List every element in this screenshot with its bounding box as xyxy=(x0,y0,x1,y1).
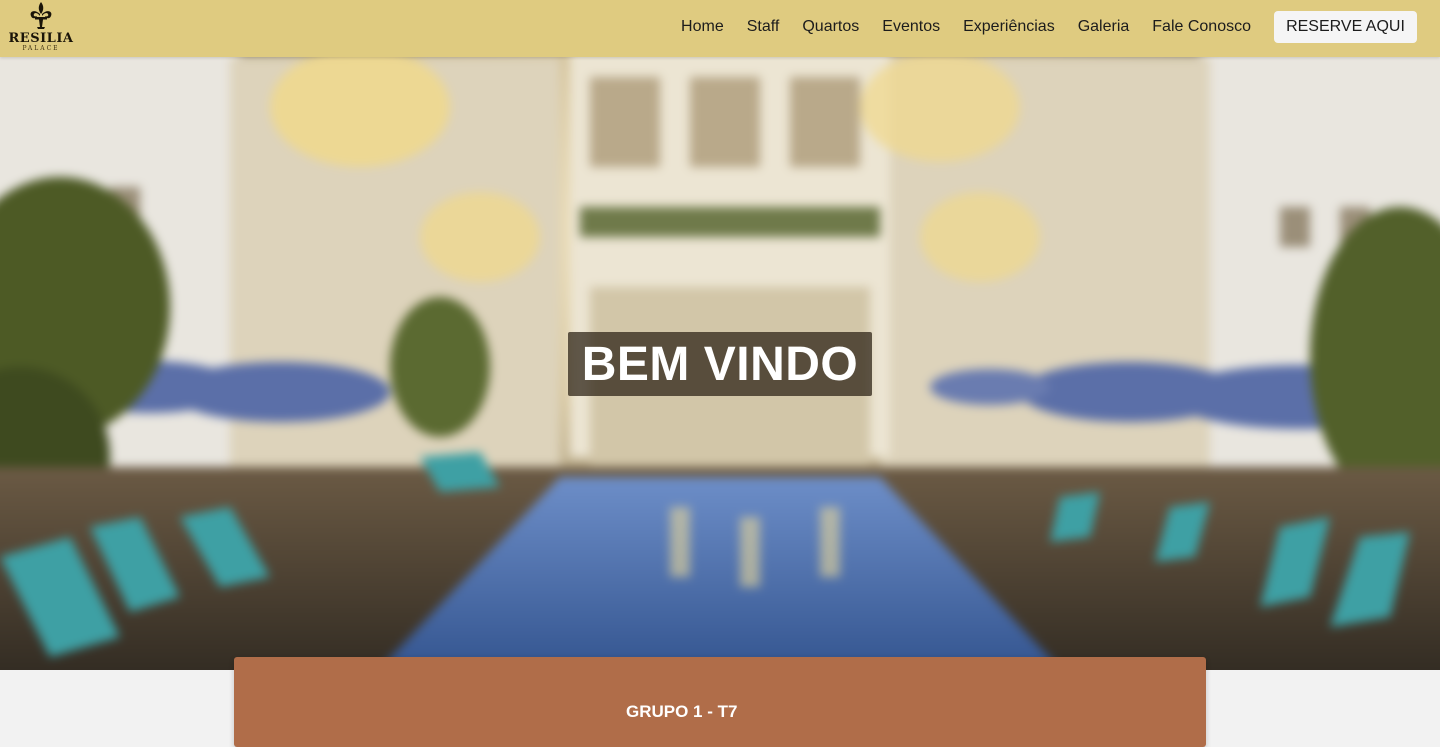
logo[interactable]: RESILIA PALACE xyxy=(8,0,74,57)
navbar: RESILIA PALACE Home Staff Quartos Evento… xyxy=(0,0,1440,57)
logo-subtitle: PALACE xyxy=(22,45,60,52)
reserve-button[interactable]: RESERVE AQUI xyxy=(1274,11,1417,43)
group-card-title: GRUPO 1 - T7 xyxy=(626,702,738,721)
logo-name: RESILIA xyxy=(8,31,74,46)
nav-fale-conosco[interactable]: Fale Conosco xyxy=(1152,18,1251,36)
nav-experiencias[interactable]: Experiências xyxy=(963,18,1055,36)
group-card: GRUPO 1 - T7 xyxy=(234,657,1206,747)
nav-galeria[interactable]: Galeria xyxy=(1078,18,1130,36)
nav-menu: Home Staff Quartos Eventos Experiências … xyxy=(681,0,1251,54)
nav-home[interactable]: Home xyxy=(681,18,724,36)
nav-staff[interactable]: Staff xyxy=(747,18,780,36)
fleur-de-lis-icon xyxy=(30,2,52,29)
nav-quartos[interactable]: Quartos xyxy=(802,18,859,36)
hero-banner: BEM VINDO xyxy=(0,57,1440,670)
hero-title: BEM VINDO xyxy=(568,332,872,396)
nav-eventos[interactable]: Eventos xyxy=(882,18,940,36)
